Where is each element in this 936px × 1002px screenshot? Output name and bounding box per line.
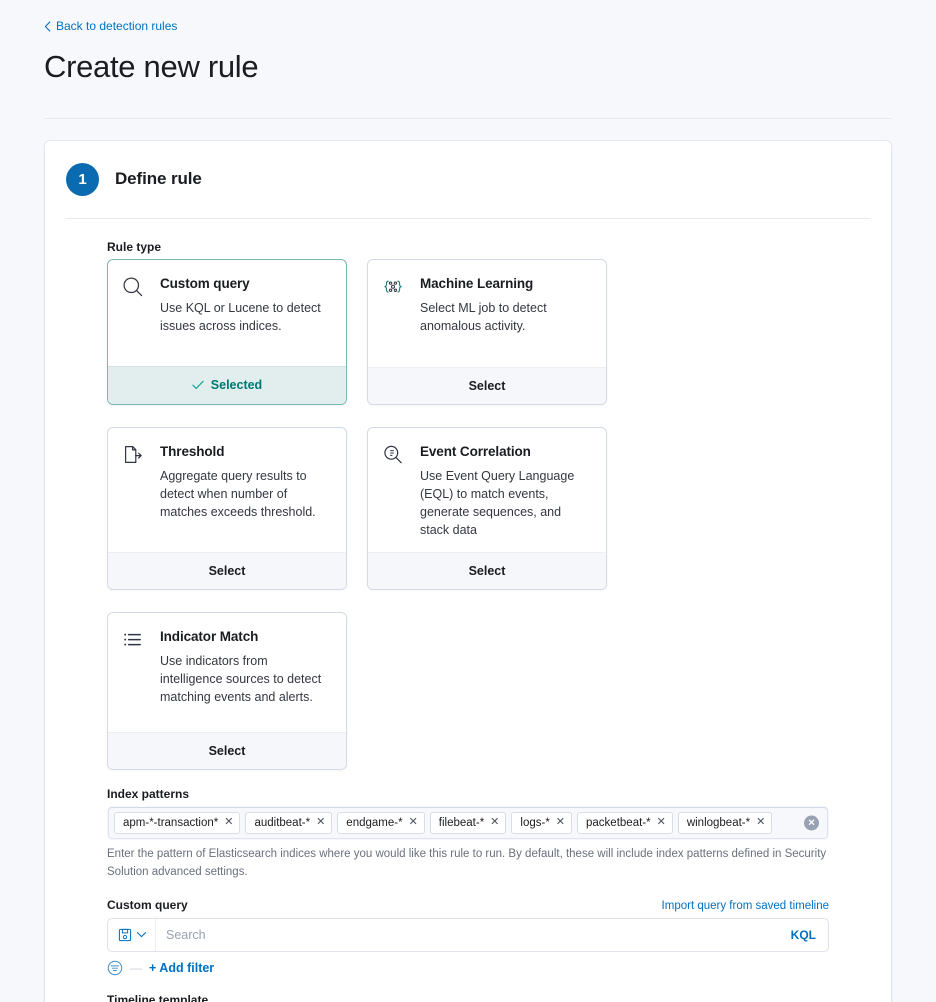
card-title: Indicator Match: [160, 628, 259, 644]
card-description: Aggregate query results to detect when n…: [160, 468, 316, 519]
step-number-badge: 1: [66, 162, 99, 196]
remove-pill-icon[interactable]: ✕: [490, 817, 499, 828]
card-text: Indicator Match Use indicators from inte…: [160, 628, 330, 719]
define-rule-panel: 1 Define rule Rule type Custom query Use…: [44, 139, 892, 1002]
pill-label: logs-*: [520, 816, 550, 829]
custom-query-label: Custom query: [107, 897, 188, 912]
header-divider: [44, 117, 892, 119]
remove-pill-icon[interactable]: ✕: [409, 817, 418, 828]
card-text: Custom query Use KQL or Lucene to detect…: [160, 275, 330, 353]
index-pattern-pill[interactable]: auditbeat-* ✕: [245, 811, 333, 834]
threshold-icon: [122, 443, 148, 539]
card-description: Select ML job to detect anomalous activi…: [420, 300, 547, 333]
index-pattern-pill[interactable]: logs-* ✕: [511, 811, 573, 834]
index-pattern-pill[interactable]: apm-*-transaction* ✕: [114, 811, 241, 834]
remove-pill-icon[interactable]: ✕: [224, 817, 233, 828]
timeline-template-label: Timeline template: [107, 992, 209, 1002]
index-pattern-pill[interactable]: filebeat-* ✕: [429, 811, 507, 834]
import-query-from-saved-timeline-link[interactable]: Import query from saved timeline: [662, 900, 829, 912]
card-description: Use KQL or Lucene to detect issues acros…: [160, 300, 321, 333]
remove-pill-icon[interactable]: ✕: [756, 817, 765, 828]
event-correlation-icon: [382, 443, 408, 539]
card-description: Use Event Query Language (EQL) to match …: [420, 468, 575, 537]
add-filter-button[interactable]: + Add filter: [149, 961, 214, 975]
card-text: Event Correlation Use Event Query Langua…: [420, 443, 590, 539]
machine-learning-icon: [382, 275, 408, 354]
pill-label: packetbeat-*: [586, 816, 651, 829]
chevron-left-icon: [44, 20, 51, 32]
index-patterns-combobox[interactable]: apm-*-transaction* ✕ auditbeat-* ✕ endga…: [107, 805, 829, 840]
card-content: Machine Learning Select ML job to detect…: [368, 260, 606, 367]
index-pattern-pill[interactable]: endgame-* ✕: [337, 811, 425, 834]
card-title: Custom query: [160, 275, 250, 291]
rule-type-card-threshold[interactable]: Threshold Aggregate query results to det…: [107, 426, 347, 590]
card-description: Use indicators from intelligence sources…: [160, 653, 322, 704]
filter-separator: —: [130, 960, 142, 975]
back-link-label: Back to detection rules: [56, 19, 178, 33]
card-title: Machine Learning: [420, 275, 534, 291]
rule-type-card-machine-learning[interactable]: Machine Learning Select ML job to detect…: [367, 258, 607, 405]
panel-body: Rule type Custom query Use KQL or Lucene…: [65, 219, 871, 1002]
save-icon: [118, 928, 132, 942]
chevron-down-icon: [136, 929, 147, 940]
card-action-label: Selected: [210, 377, 263, 392]
filter-bar: — + Add filter: [107, 960, 829, 976]
custom-query-searchbar[interactable]: Search KQL: [107, 917, 829, 952]
index-pattern-pill[interactable]: packetbeat-* ✕: [577, 811, 673, 834]
pill-label: auditbeat-*: [254, 816, 311, 829]
remove-pill-icon[interactable]: ✕: [316, 817, 325, 828]
card-select-button[interactable]: Select: [108, 731, 346, 769]
card-content: Threshold Aggregate query results to det…: [108, 428, 346, 552]
remove-pill-icon[interactable]: ✕: [657, 817, 666, 828]
rule-type-label: Rule type: [107, 239, 162, 254]
rule-type-card-grid: Custom query Use KQL or Lucene to detect…: [107, 258, 829, 770]
custom-query-input[interactable]: Search: [156, 919, 785, 951]
check-icon: [192, 380, 204, 390]
card-title: Threshold: [160, 443, 225, 459]
card-title: Event Correlation: [420, 443, 531, 459]
back-to-detection-rules-link[interactable]: Back to detection rules: [44, 18, 177, 34]
pill-label: filebeat-*: [438, 816, 485, 829]
card-text: Threshold Aggregate query results to det…: [160, 443, 330, 539]
filter-icon[interactable]: [107, 960, 123, 976]
index-patterns-label: Index patterns: [107, 786, 190, 801]
index-pattern-pill[interactable]: winlogbeat-* ✕: [677, 811, 773, 834]
remove-pill-icon[interactable]: ✕: [556, 817, 565, 828]
clear-all-icon[interactable]: ✕: [804, 815, 819, 830]
rule-type-card-custom-query[interactable]: Custom query Use KQL or Lucene to detect…: [107, 258, 347, 405]
pill-label: endgame-*: [346, 816, 403, 829]
index-patterns-help-text: Enter the pattern of Elasticsearch indic…: [107, 847, 827, 878]
card-content: Custom query Use KQL or Lucene to detect…: [108, 260, 346, 366]
query-language-button[interactable]: KQL: [785, 919, 828, 951]
card-select-button[interactable]: Select: [108, 551, 346, 589]
create-new-rule-page: Back to detection rules Create new rule …: [0, 0, 936, 1002]
custom-query-header: Custom query Import query from saved tim…: [107, 897, 829, 917]
step-header: 1 Define rule: [65, 162, 871, 196]
step-title: Define rule: [115, 169, 202, 188]
rule-type-card-indicator-match[interactable]: Indicator Match Use indicators from inte…: [107, 611, 347, 770]
card-content: Indicator Match Use indicators from inte…: [108, 613, 346, 732]
saved-query-popover-button[interactable]: [108, 918, 156, 951]
pill-label: apm-*-transaction*: [123, 816, 219, 829]
page-header: Back to detection rules Create new rule: [0, 0, 936, 87]
page-title: Create new rule: [44, 48, 259, 84]
rule-type-card-event-correlation[interactable]: Event Correlation Use Event Query Langua…: [367, 426, 607, 590]
pill-label: winlogbeat-*: [686, 816, 751, 829]
indicator-match-icon: [122, 628, 148, 719]
card-text: Machine Learning Select ML job to detect…: [420, 275, 590, 354]
search-icon: [122, 275, 148, 353]
card-select-button[interactable]: Select: [368, 551, 606, 589]
card-content: Event Correlation Use Event Query Langua…: [368, 428, 606, 552]
card-select-button[interactable]: Selected: [108, 365, 346, 404]
card-select-button[interactable]: Select: [368, 366, 606, 404]
